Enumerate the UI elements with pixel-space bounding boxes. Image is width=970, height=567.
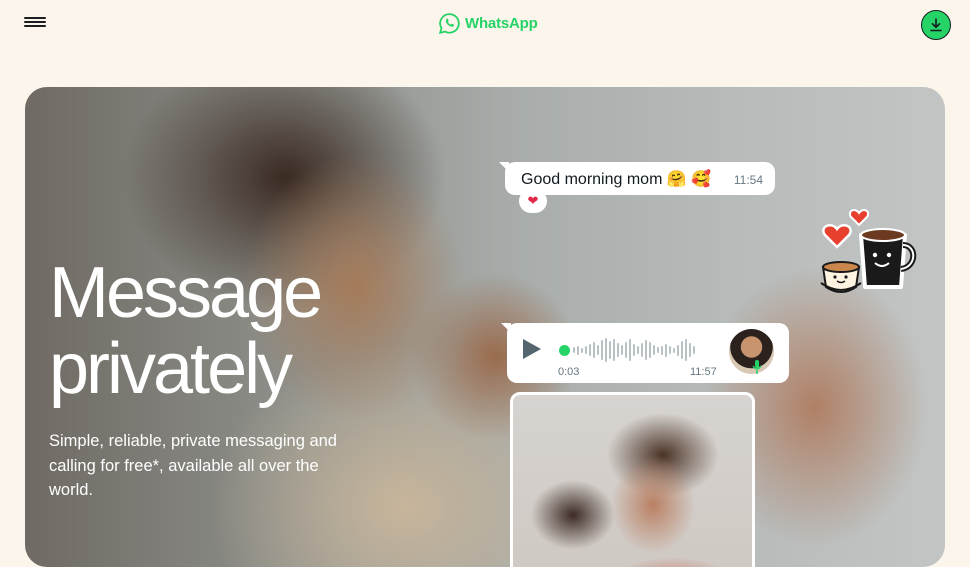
audio-waveform[interactable] [573, 337, 719, 363]
waveform-bar [661, 345, 663, 355]
bubble-tail [499, 162, 509, 172]
waveform-bar [685, 339, 687, 361]
waveform-bar [645, 340, 647, 360]
waveform-bar [625, 342, 627, 358]
waveform-bar [585, 346, 587, 354]
waveform-bar [593, 342, 595, 358]
menu-line [24, 25, 46, 27]
waveform-bar [665, 343, 667, 357]
waveform-bar [613, 339, 615, 361]
download-button[interactable] [921, 10, 951, 40]
hero-title: Message privately [49, 255, 409, 407]
waveform-bar [673, 347, 675, 353]
waveform-bar [577, 345, 579, 355]
waveform-bar [653, 345, 655, 355]
chat-bubble-text-message: Good morning mom 🤗 🥰 11:54 [499, 162, 775, 195]
waveform-bar [597, 345, 599, 355]
hero-title-line-1: Message [49, 253, 323, 333]
voice-time: 11:57 [690, 366, 717, 378]
waveform-bar [637, 346, 639, 354]
waveform-bar [589, 344, 591, 356]
chat-bubble-voice-message: 0:03 11:57 [501, 323, 789, 383]
voice-duration: 0:03 [558, 366, 580, 378]
menu-button[interactable] [24, 17, 48, 31]
playback-position-dot[interactable] [559, 345, 570, 356]
waveform-bar [689, 343, 691, 357]
download-icon [930, 18, 942, 32]
waveform-bar [657, 347, 659, 353]
waveform-bar [609, 341, 611, 359]
waveform-bar [677, 344, 679, 356]
coffee-cups-sticker [815, 195, 925, 305]
waveform-bar [669, 346, 671, 354]
hero-banner: Message privately Simple, reliable, priv… [25, 87, 945, 567]
heart-icon: ❤ [527, 193, 539, 208]
hero-title-line-2: privately [49, 329, 293, 409]
waveform-bar [641, 343, 643, 357]
menu-line [24, 21, 46, 23]
whatsapp-logo[interactable]: WhatsApp [438, 12, 538, 35]
message-text: Good morning mom 🤗 🥰 [521, 171, 712, 188]
heart-reaction: ❤ [519, 189, 547, 213]
message-time: 11:54 [733, 173, 763, 187]
waveform-bar [693, 346, 695, 354]
hero-subtitle: Simple, reliable, private messaging and … [49, 432, 337, 499]
waveform-bar [573, 347, 575, 353]
microphone-icon [752, 360, 762, 374]
waveform-bar [649, 342, 651, 358]
waveform-bar [633, 344, 635, 356]
waveform-bar [601, 340, 603, 360]
waveform-bar [605, 338, 607, 362]
coffee-cups-sticker-icon [820, 209, 917, 293]
brand-name: WhatsApp [465, 15, 538, 32]
bubble-tail [501, 323, 511, 333]
waveform-bar [681, 341, 683, 359]
top-navigation-bar: WhatsApp [0, 0, 970, 50]
whatsapp-logo-icon [438, 13, 460, 35]
waveform-bar [621, 345, 623, 355]
waveform-bar [581, 347, 583, 353]
waveform-bar [617, 343, 619, 357]
menu-line [24, 17, 46, 19]
waveform-bar [629, 339, 631, 361]
shared-photo-message[interactable] [510, 392, 755, 567]
play-icon[interactable] [523, 339, 541, 359]
